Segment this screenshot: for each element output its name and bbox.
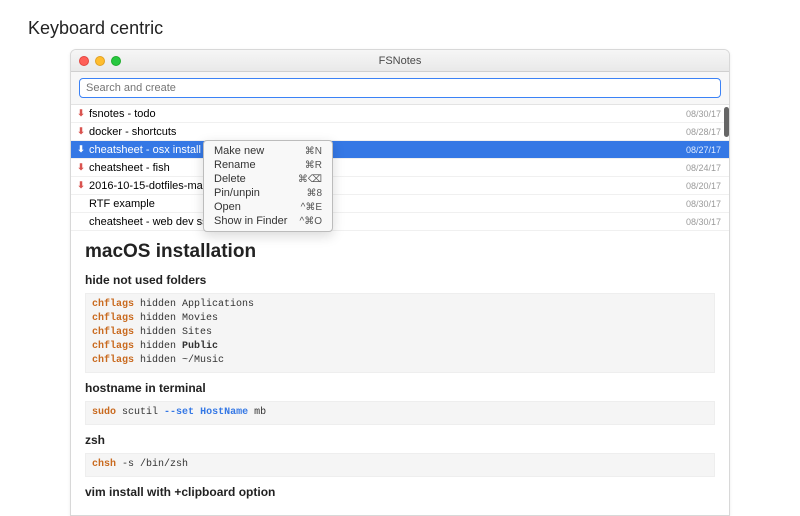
pin-icon: ⬇ (77, 164, 85, 172)
maximize-icon[interactable] (111, 56, 121, 66)
menu-label: Delete (214, 173, 246, 185)
menu-label: Show in Finder (214, 215, 287, 227)
page-heading: Keyboard centric (28, 18, 772, 39)
menu-shortcut: ^⌘O (300, 216, 322, 227)
section-heading: vim install with +clipboard option (85, 485, 715, 499)
note-date: 08/30/17 (686, 217, 721, 227)
note-row[interactable]: cheatsheet - web dev ssh tunnel08/30/17 (71, 213, 729, 231)
editor-content: macOS installation hide not used folders c… (71, 231, 729, 515)
titlebar: FSNotes (71, 50, 729, 72)
menu-shortcut: ⌘8 (306, 188, 322, 199)
article-title: macOS installation (85, 241, 715, 263)
note-title: RTF example (89, 198, 686, 210)
search-input[interactable] (79, 78, 721, 98)
note-date: 08/20/17 (686, 181, 721, 191)
note-title: cheatsheet - web dev ssh tunnel (89, 216, 686, 228)
menu-shortcut: ⌘⌫ (298, 174, 322, 185)
pin-icon: ⬇ (77, 146, 85, 154)
note-row[interactable]: ⬇ docker - shortcuts08/28/17 (71, 123, 729, 141)
note-title: 2016-10-15-dotfiles-manager (89, 180, 686, 192)
note-row[interactable]: ⬇ cheatsheet - osx install08/27/17 (71, 141, 729, 159)
note-title: cheatsheet - osx install (89, 144, 686, 156)
minimize-icon[interactable] (95, 56, 105, 66)
section-heading: hide not used folders (85, 273, 715, 287)
menu-label: Make new (214, 145, 264, 157)
window-title: FSNotes (71, 55, 729, 67)
code-block: sudo scutil --set HostName mb (85, 401, 715, 425)
section-heading: zsh (85, 433, 715, 447)
menu-item[interactable]: Rename ⌘R (204, 158, 332, 172)
note-list: Make new⌘NRename⌘RDelete⌘⌫Pin/unpin⌘8Ope… (71, 105, 729, 231)
menu-label: Pin/unpin (214, 187, 260, 199)
pin-icon: ⬇ (77, 110, 85, 118)
app-window: FSNotes Make new⌘NRename⌘RDelete⌘⌫Pin/un… (70, 49, 730, 516)
note-date: 08/27/17 (686, 145, 721, 155)
note-title: cheatsheet - fish (89, 162, 686, 174)
note-date: 08/30/17 (686, 109, 721, 119)
menu-item[interactable]: Open ^⌘E (204, 200, 332, 214)
pin-icon: ⬇ (77, 128, 85, 136)
menu-shortcut: ^⌘E (301, 202, 322, 213)
note-row[interactable]: ⬇ fsnotes - todo08/30/17 (71, 105, 729, 123)
note-title: fsnotes - todo (89, 108, 686, 120)
note-title: docker - shortcuts (89, 126, 686, 138)
pin-icon: ⬇ (77, 182, 85, 190)
scrollbar[interactable] (724, 107, 729, 137)
section-heading: hostname in terminal (85, 381, 715, 395)
menu-shortcut: ⌘R (305, 160, 322, 171)
menu-label: Open (214, 201, 241, 213)
code-block: chsh -s /bin/zsh (85, 453, 715, 477)
note-row[interactable]: RTF example08/30/17 (71, 195, 729, 213)
context-menu: Make new⌘NRename⌘RDelete⌘⌫Pin/unpin⌘8Ope… (203, 140, 333, 232)
note-date: 08/28/17 (686, 127, 721, 137)
traffic-lights (79, 56, 121, 66)
toolbar (71, 72, 729, 105)
note-row[interactable]: ⬇ 2016-10-15-dotfiles-manager08/20/17 (71, 177, 729, 195)
note-date: 08/30/17 (686, 199, 721, 209)
menu-item[interactable]: Delete ⌘⌫ (204, 172, 332, 186)
note-date: 08/24/17 (686, 163, 721, 173)
close-icon[interactable] (79, 56, 89, 66)
menu-label: Rename (214, 159, 256, 171)
menu-item[interactable]: Make new ⌘N (204, 144, 332, 158)
menu-item[interactable]: Pin/unpin ⌘8 (204, 186, 332, 200)
code-block: chflags hidden Applications chflags hidd… (85, 293, 715, 373)
menu-item[interactable]: Show in Finder ^⌘O (204, 214, 332, 228)
note-row[interactable]: ⬇ cheatsheet - fish08/24/17 (71, 159, 729, 177)
menu-shortcut: ⌘N (305, 146, 322, 157)
